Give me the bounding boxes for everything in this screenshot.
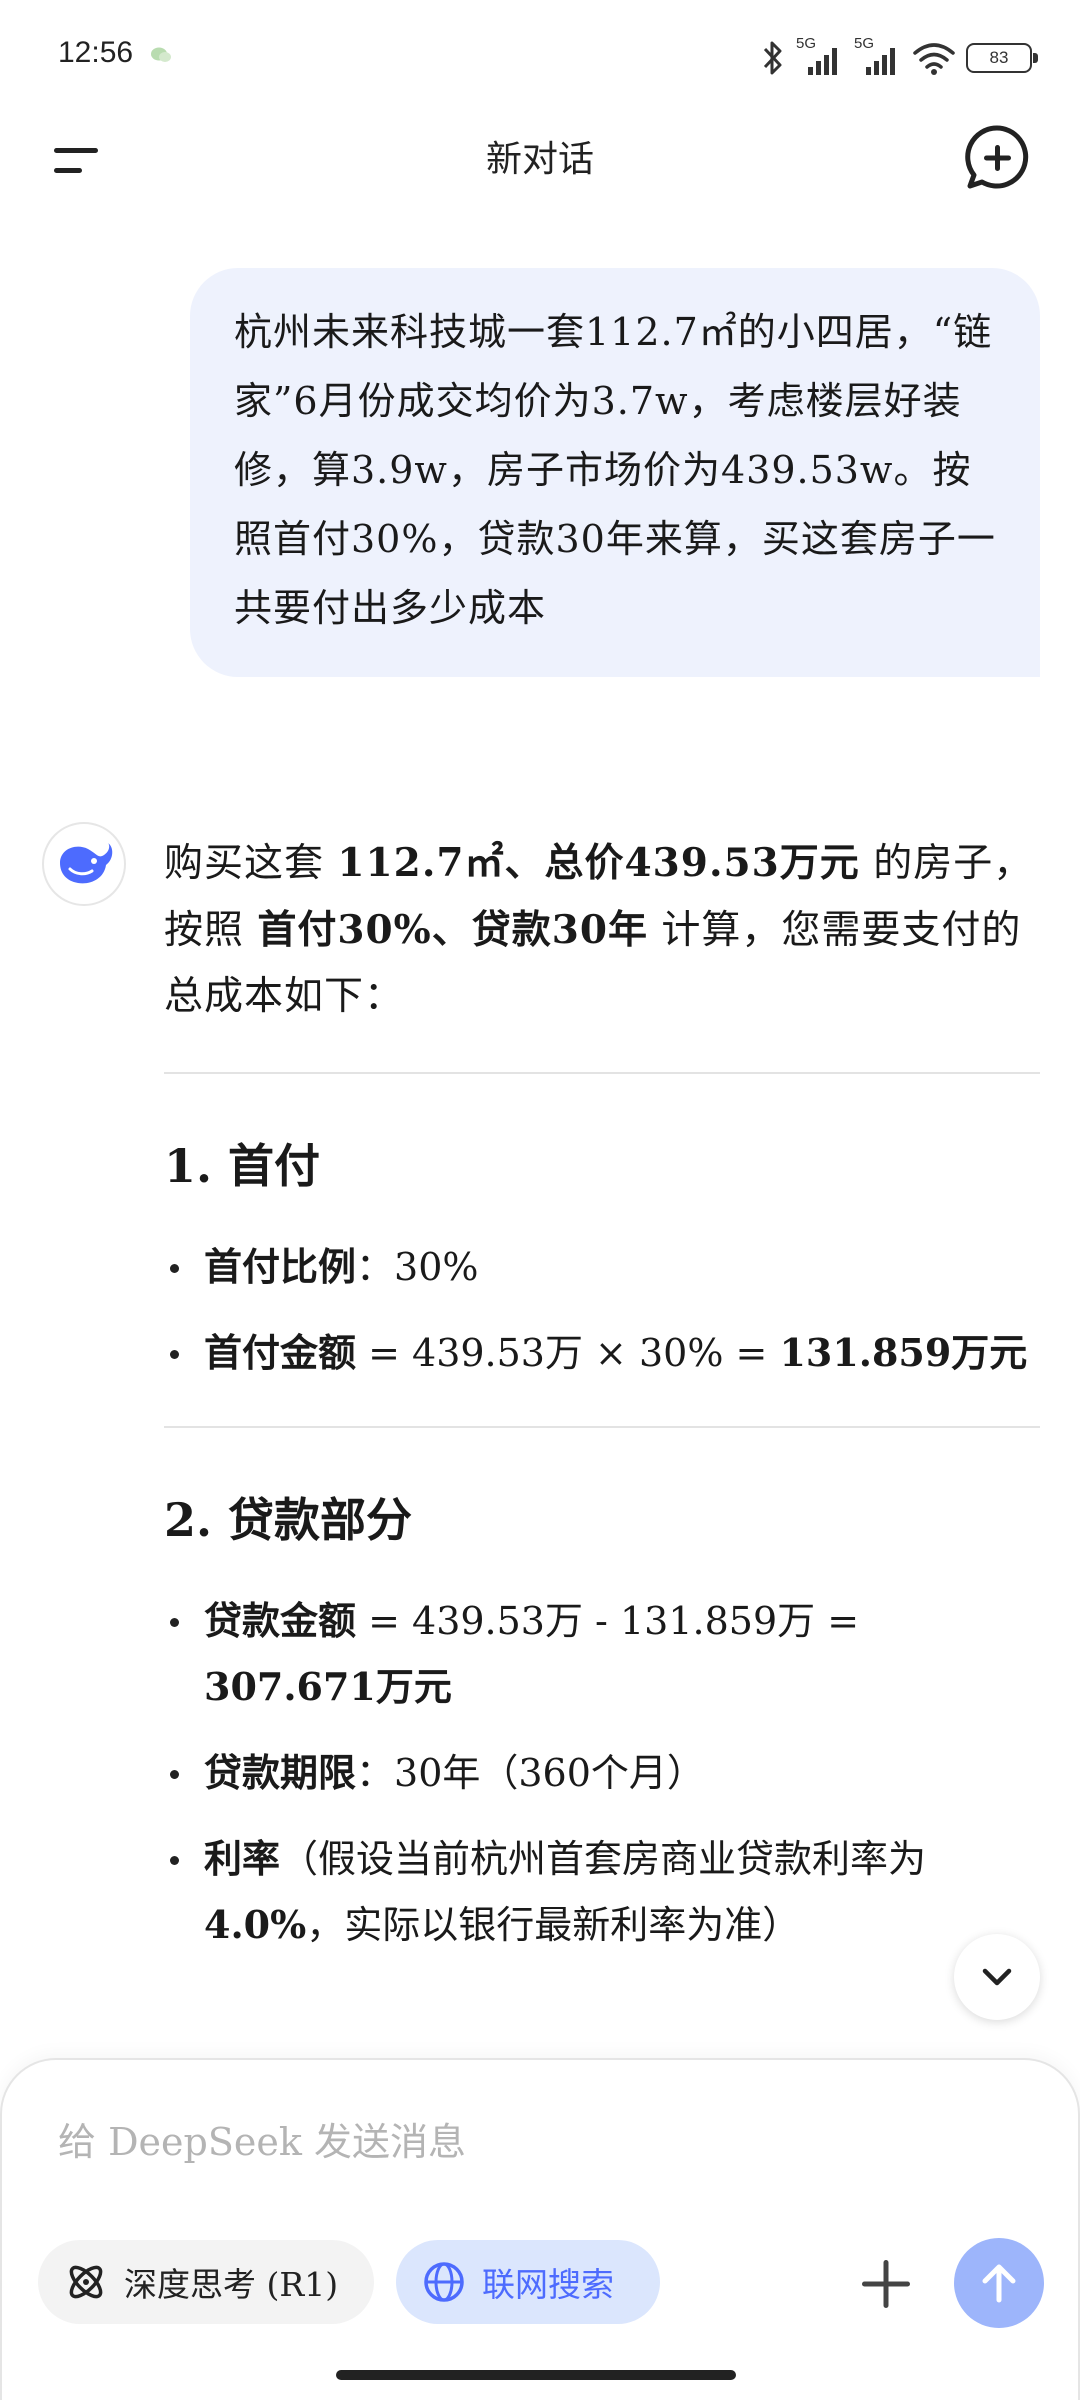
list-item: 首付金额 = 439.53万 × 30% = 131.859万元 xyxy=(164,1320,1040,1386)
whale-icon xyxy=(60,843,113,884)
item-text: ：30年（360个月） xyxy=(356,1751,705,1795)
list-item: 利率（假设当前杭州首套房商业贷款利率为 4.0%，实际以银行最新利率为准） xyxy=(164,1826,1040,1958)
item-text: ，实际以银行最新利率为准） xyxy=(306,1903,801,1947)
section-divider xyxy=(164,1426,1040,1428)
item-label: 贷款期限 xyxy=(204,1750,357,1795)
intro-bold: 112.7㎡、总价439.53万元 xyxy=(337,840,860,886)
deep-think-toggle[interactable]: 深度思考 (R1) xyxy=(38,2240,374,2324)
list-item: 贷款金额 = 439.53万 - 131.859万 = 307.671万元 xyxy=(164,1588,1040,1720)
status-time: 12:56 xyxy=(58,36,134,69)
item-text: （假设当前杭州首套房商业贷款利率为 xyxy=(280,1837,927,1881)
item-label: 首付比例 xyxy=(204,1244,357,1289)
bullet-list: 首付比例：30% 首付金额 = 439.53万 × 30% = 131.859万… xyxy=(164,1234,1040,1386)
scroll-to-bottom-button[interactable] xyxy=(954,1934,1040,2020)
answer-intro: 购买这套 112.7㎡、总价439.53万元 的房子，按照 首付30%、贷款30… xyxy=(164,830,1040,1030)
intro-text: 购买这套 xyxy=(164,841,338,886)
message-input[interactable] xyxy=(58,2120,958,2164)
signal-1: 5G xyxy=(796,35,844,77)
item-value: 307.671万元 xyxy=(204,1664,452,1709)
chevron-down-icon xyxy=(982,1968,1012,1986)
user-message-bubble[interactable]: 杭州未来科技城一套112.7㎡的小四居，“链家”6月份成交均价为3.7w，考虑楼… xyxy=(190,268,1040,677)
item-text: = 439.53万 - 131.859万 = xyxy=(356,1599,860,1643)
list-item: 贷款期限：30年（360个月） xyxy=(164,1740,1040,1806)
signal-2: 5G xyxy=(854,35,902,77)
message-composer: 深度思考 (R1) 联网搜索 xyxy=(0,2058,1080,2400)
item-text: ：30% xyxy=(356,1245,479,1289)
bullet-list: 贷款金额 = 439.53万 - 131.859万 = 307.671万元 贷款… xyxy=(164,1588,1040,1958)
item-value: 4.0% xyxy=(204,1902,307,1947)
battery-level: 83 xyxy=(989,48,1009,67)
status-bar: 12:56 5G 5G 83 xyxy=(0,0,1080,110)
status-icons: 5G 5G 83 xyxy=(760,35,1038,80)
cell-signal-icon xyxy=(808,48,837,75)
home-indicator[interactable] xyxy=(336,2370,736,2380)
item-label: 首付金额 xyxy=(204,1330,357,1375)
item-label: 利率 xyxy=(204,1836,281,1881)
item-label: 贷款金额 xyxy=(204,1598,357,1643)
atom-icon xyxy=(69,2265,103,2299)
wifi-icon xyxy=(913,43,955,75)
globe-icon xyxy=(424,2262,464,2302)
section-divider xyxy=(164,1072,1040,1074)
arrow-up-icon xyxy=(982,2264,1016,2303)
user-message-text: 杭州未来科技城一套112.7㎡的小四居，“链家”6月份成交均价为3.7w，考虑楼… xyxy=(234,310,996,630)
deepseek-avatar xyxy=(42,822,126,906)
cell-signal-icon xyxy=(866,48,895,75)
list-item: 首付比例：30% xyxy=(164,1234,1040,1300)
section-heading: 1. 首付 xyxy=(164,1139,321,1193)
page-title: 新对话 xyxy=(485,139,594,180)
bluetooth-icon xyxy=(763,41,782,75)
deep-think-label: 深度思考 (R1) xyxy=(124,2265,339,2304)
item-value: 131.859万元 xyxy=(779,1330,1028,1375)
app-header: 新对话 xyxy=(0,110,1080,230)
new-chat-icon[interactable] xyxy=(962,122,1032,192)
item-text: = 439.53万 × 30% = xyxy=(356,1331,780,1375)
send-button[interactable] xyxy=(954,2238,1044,2328)
intro-bold: 首付30%、贷款30年 xyxy=(257,907,649,953)
section-heading: 2. 贷款部分 xyxy=(164,1493,413,1547)
web-search-toggle[interactable]: 联网搜索 xyxy=(396,2240,660,2324)
battery-icon: 83 xyxy=(966,43,1038,73)
wechat-notification-icon xyxy=(151,47,171,62)
attach-plus-icon[interactable] xyxy=(854,2252,918,2316)
assistant-answer: 购买这套 112.7㎡、总价439.53万元 的房子，按照 首付30%、贷款30… xyxy=(164,830,1040,1958)
web-search-label: 联网搜索 xyxy=(482,2265,614,2304)
